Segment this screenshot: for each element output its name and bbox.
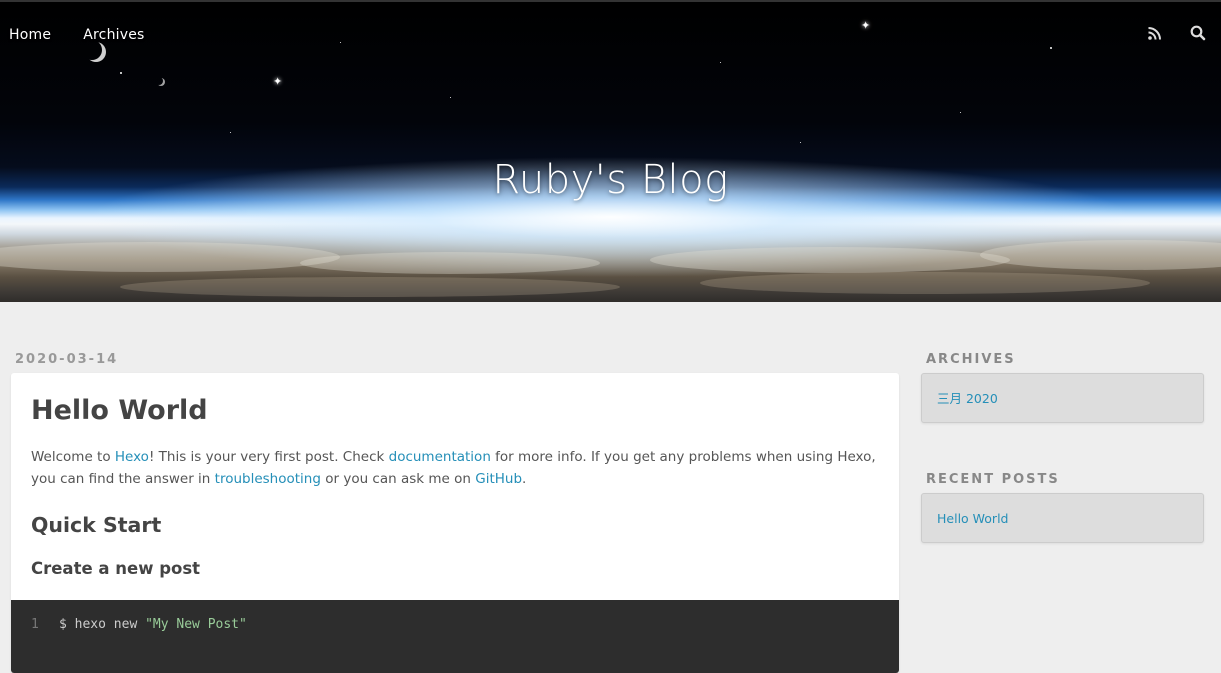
star-icon: ✦ (273, 75, 283, 88)
article-card: Hello World Welcome to Hexo! This is you… (11, 373, 899, 673)
intro-text: Welcome to (31, 449, 115, 465)
line-number: 1 (31, 617, 39, 632)
intro-text: or you can ask me on (320, 471, 476, 487)
intro-text: . (522, 471, 527, 487)
search-icon[interactable] (1189, 24, 1207, 42)
code-block: 1 $ hexo new "My New Post" (11, 600, 899, 673)
cloud (700, 272, 1150, 294)
cloud (0, 242, 340, 272)
moon-icon (86, 42, 106, 62)
create-post-heading: Create a new post (31, 559, 201, 578)
main-content: 2020-03-14 Hello World Welcome to Hexo! … (11, 352, 899, 673)
star (450, 97, 451, 98)
site-title[interactable]: Ruby's Blog (0, 157, 1221, 203)
cloud (120, 277, 620, 297)
article-body: Welcome to Hexo! This is your very first… (11, 446, 899, 580)
code-command: $ hexo new (59, 617, 146, 632)
cloud (980, 240, 1221, 270)
star (340, 42, 341, 43)
intro-text: ! This is your very first post. Check (148, 449, 389, 465)
code-string: "My New Post" (145, 617, 247, 632)
star (960, 112, 961, 113)
main-nav: Home Archives (9, 24, 172, 43)
troubleshooting-link[interactable]: troubleshooting (215, 471, 321, 487)
nav-archives-link[interactable]: Archives (83, 27, 144, 43)
header-banner: ✦ ✦ Home Archives Ruby's Blog (0, 0, 1221, 302)
archives-widget: 三月 2020 (921, 373, 1204, 423)
side-nav (1126, 22, 1207, 42)
recent-post-link[interactable]: Hello World (937, 511, 1008, 526)
star (230, 132, 231, 133)
article-title[interactable]: Hello World (11, 373, 899, 426)
archives-widget-title: ARCHIVES (926, 352, 1016, 367)
quick-start-heading: Quick Start (31, 513, 162, 537)
hexo-link[interactable]: Hexo (115, 449, 149, 465)
intro-paragraph: Welcome to Hexo! This is your very first… (31, 446, 879, 490)
star (1050, 47, 1052, 49)
moon-icon (157, 78, 165, 86)
documentation-link[interactable]: documentation (389, 449, 491, 465)
star (720, 62, 721, 63)
sidebar: ARCHIVES 三月 2020 RECENT POSTS Hello Worl… (921, 352, 1204, 543)
recent-posts-widget-title: RECENT POSTS (926, 472, 1060, 487)
rss-icon[interactable] (1146, 24, 1164, 42)
nav-home-link[interactable]: Home (9, 27, 51, 43)
star (800, 142, 801, 143)
post-date[interactable]: 2020-03-14 (15, 352, 899, 367)
cloud (650, 247, 1010, 273)
code-line: 1 $ hexo new "My New Post" (31, 617, 247, 632)
star-icon: ✦ (861, 19, 871, 32)
star (120, 72, 122, 74)
archive-month-link[interactable]: 三月 2020 (937, 391, 998, 406)
recent-posts-widget: Hello World (921, 493, 1204, 543)
cloud (300, 252, 600, 274)
github-link[interactable]: GitHub (475, 471, 522, 487)
